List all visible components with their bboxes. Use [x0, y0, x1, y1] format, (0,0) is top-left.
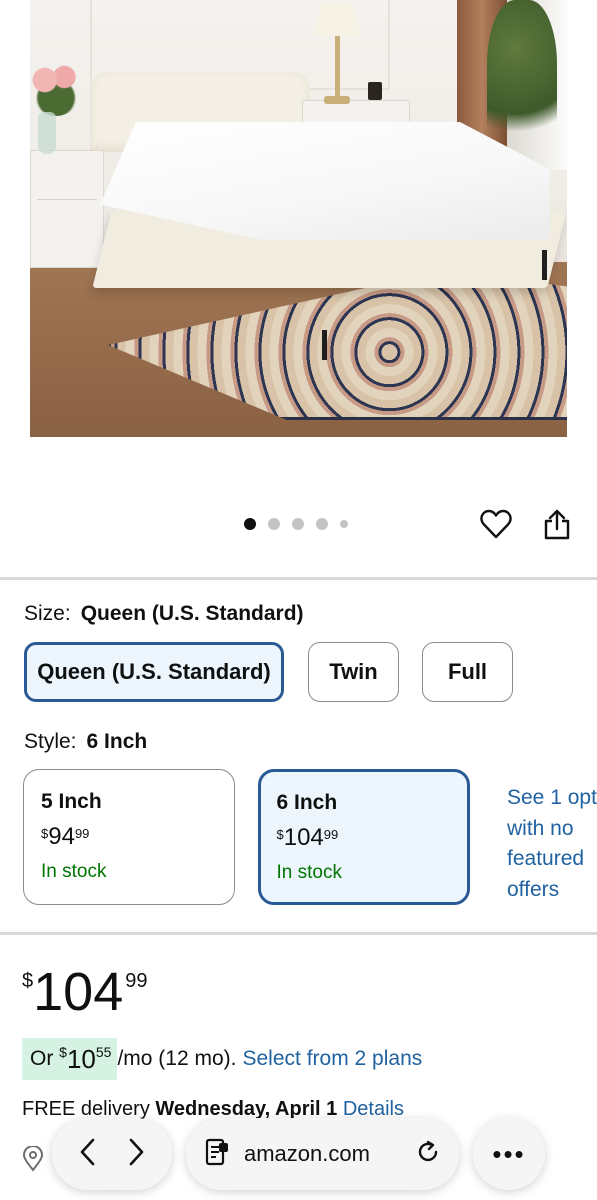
vase: [38, 112, 56, 154]
style-label: Style:: [24, 730, 77, 753]
currency-symbol: $: [276, 826, 284, 842]
style-option-name: 5 Inch: [41, 790, 102, 813]
heart-icon[interactable]: [478, 506, 514, 542]
price-whole: 94: [48, 823, 75, 850]
currency-symbol: $: [22, 970, 34, 992]
size-value: Queen (U.S. Standard): [80, 602, 304, 625]
size-option-full[interactable]: Full: [422, 642, 513, 702]
candle: [368, 82, 382, 100]
monthly-whole: 10: [66, 1043, 96, 1074]
size-option-queen[interactable]: Queen (U.S. Standard): [24, 642, 284, 702]
see-options-link[interactable]: See 1 opt with no featured offers: [507, 783, 597, 905]
stock-status: In stock: [41, 861, 107, 882]
chevron-left-icon[interactable]: [77, 1137, 99, 1172]
price-fraction: 99: [323, 826, 339, 842]
delivery-details-link[interactable]: Details: [343, 1098, 404, 1120]
stock-status: In stock: [276, 861, 342, 883]
product-price: $104 99: [22, 962, 147, 1022]
monthly-fraction: 55: [95, 1044, 112, 1060]
style-label-row: Style: 6 Inch: [24, 730, 147, 754]
select-plans-link[interactable]: Select from 2 plans: [243, 1047, 423, 1071]
rug: [108, 270, 567, 420]
style-option-5-inch[interactable]: 5 Inch $94 99 In stock: [23, 769, 235, 905]
page-menu-icon[interactable]: [204, 1137, 230, 1172]
price-whole: 104: [33, 962, 124, 1022]
section-divider: [0, 577, 597, 580]
style-option-price: $94 99: [41, 823, 234, 851]
address-bar[interactable]: amazon.com: [186, 1118, 459, 1190]
flowers: [30, 56, 84, 116]
carousel-dot[interactable]: [268, 518, 280, 530]
bed-leg: [322, 330, 327, 360]
price-fraction: 99: [74, 826, 90, 841]
delivery-text: FREE delivery: [22, 1098, 150, 1120]
monthly-payment: Or $10 55 /mo (12 mo). Select from 2 plan…: [22, 1038, 422, 1080]
style-option-price: $104 99: [277, 824, 468, 852]
carousel-dot[interactable]: [340, 520, 348, 528]
currency-symbol: $: [41, 826, 49, 841]
share-icon[interactable]: [539, 506, 575, 542]
lamp-base: [324, 96, 350, 104]
monthly-suffix: /mo (12 mo).: [117, 1047, 237, 1070]
carousel-dots: [244, 518, 348, 530]
section-divider: [0, 932, 597, 935]
style-option-6-inch[interactable]: 6 Inch $104 99 In stock: [258, 769, 470, 905]
currency-symbol: $: [59, 1044, 67, 1060]
size-label-row: Size: Queen (U.S. Standard): [24, 602, 304, 626]
price-fraction: 99: [125, 970, 148, 992]
reload-icon[interactable]: [415, 1139, 441, 1170]
more-icon[interactable]: •••: [473, 1118, 545, 1190]
delivery-date: Wednesday, April 1: [155, 1098, 338, 1120]
browser-nav-controls: [52, 1118, 172, 1190]
nightstand-left: [30, 150, 104, 268]
lamp-stem: [335, 36, 340, 98]
chevron-right-icon[interactable]: [125, 1137, 147, 1172]
style-value: 6 Inch: [86, 730, 148, 753]
carousel-dot[interactable]: [292, 518, 304, 530]
carousel-dot-active[interactable]: [244, 518, 256, 530]
size-option-twin[interactable]: Twin: [308, 642, 399, 702]
product-image[interactable]: [30, 0, 567, 437]
carousel-dot[interactable]: [316, 518, 328, 530]
price-whole: 104: [283, 823, 324, 851]
size-label: Size:: [24, 602, 71, 625]
plant: [487, 0, 557, 160]
monthly-prefix: Or: [30, 1047, 54, 1070]
url-text: amazon.com: [244, 1141, 370, 1166]
bed-leg: [542, 250, 547, 280]
location-pin-icon[interactable]: [22, 1145, 44, 1177]
monthly-highlight: Or $10 55: [22, 1038, 118, 1080]
style-option-name: 6 Inch: [276, 790, 338, 814]
